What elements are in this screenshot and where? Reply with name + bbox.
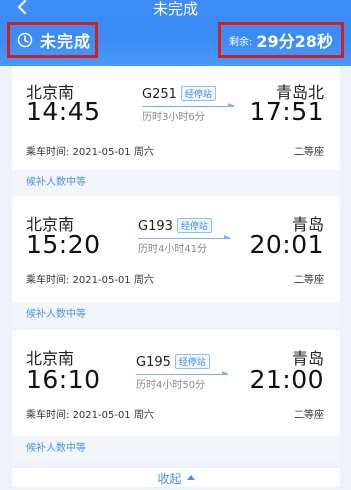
waitlist-status: 候补人数中等 [12, 436, 340, 462]
travel-date: 乘车时间: 2021-05-01 周六 [26, 275, 154, 286]
clock-icon [17, 32, 33, 48]
status-text: 未完成 [40, 32, 92, 51]
departure-time: 15:20 [26, 230, 101, 259]
seat-class: 二等座 [294, 410, 324, 421]
train-number: G195 [136, 355, 171, 370]
departure-time: 16:10 [26, 365, 101, 394]
remaining-time: 剩余: 29分28秒 [218, 22, 344, 58]
travel-date: 乘车时间: 2021-05-01 周六 [26, 410, 154, 421]
seat-class: 二等座 [294, 147, 324, 158]
trip-duration: 历时3小时6分 [142, 112, 205, 123]
stops-button[interactable]: 经停站 [180, 86, 216, 101]
collapse-button[interactable]: 收起 [12, 468, 340, 487]
train-info: G193 经停站 历时4小时41分 [138, 215, 238, 255]
order-status: 未完成 [7, 22, 98, 58]
arrival-time: 17:51 [249, 97, 324, 126]
arrival-time: 21:00 [249, 365, 324, 394]
collapse-label: 收起 [157, 472, 182, 486]
train-info: G251 经停站 历时3小时6分 [142, 83, 242, 123]
route-arrow [138, 235, 231, 239]
waitlist-status: 候补人数中等 [12, 170, 340, 196]
travel-date: 乘车时间: 2021-05-01 周六 [26, 147, 154, 158]
waitlist-status: 候补人数中等 [12, 302, 340, 328]
route-arrow [142, 103, 235, 107]
top-bar: 未完成 未完成 剩余: 29分28秒 [0, 0, 351, 66]
route-arrow [136, 371, 229, 375]
train-info: G195 经停站 历时4小时50分 [136, 351, 236, 391]
train-number: G193 [138, 219, 173, 234]
seat-class: 二等座 [294, 275, 324, 286]
trip-card[interactable]: 北京南 15:20 G193 经停站 历时4小时41分 青岛 20:01 乘车时间… [12, 196, 340, 302]
train-number: G251 [142, 87, 177, 102]
trip-card[interactable]: 北京南 14:45 G251 经停站 历时3小时6分 青岛北 17:51 乘车时间… [12, 66, 340, 174]
stops-button[interactable]: 经停站 [174, 354, 210, 369]
remaining-label: 剩余: [229, 36, 253, 48]
trip-duration: 历时4小时41分 [138, 244, 208, 255]
triangle-up-icon [186, 475, 195, 480]
trip-card[interactable]: 北京南 16:10 G195 经停站 历时4小时50分 青岛 21:00 乘车时间… [12, 330, 340, 436]
remaining-value: 29分28秒 [256, 32, 333, 51]
trip-duration: 历时4小时50分 [136, 380, 206, 391]
page-title: 未完成 [152, 0, 198, 18]
departure-time: 14:45 [26, 97, 101, 126]
stops-button[interactable]: 经停站 [176, 218, 212, 233]
arrival-time: 20:01 [249, 230, 324, 259]
